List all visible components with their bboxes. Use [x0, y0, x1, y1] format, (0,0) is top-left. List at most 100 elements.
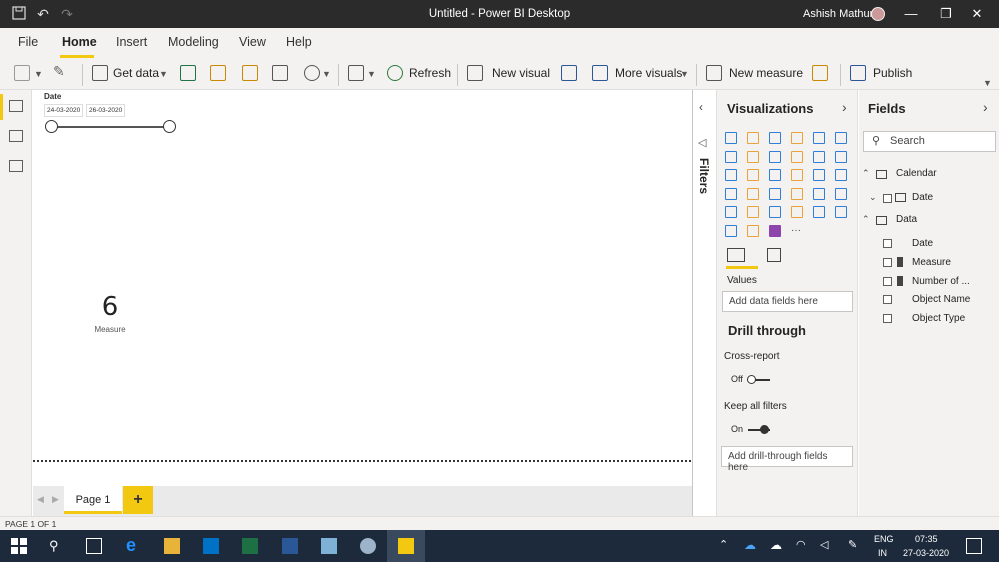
quick-measure-icon[interactable] — [812, 65, 828, 81]
get-data-button[interactable]: Get data — [113, 66, 159, 80]
viz-waterfall-icon[interactable] — [725, 169, 737, 181]
enter-data-icon[interactable] — [272, 65, 288, 81]
viz-stacked-area-icon[interactable] — [769, 150, 781, 163]
tab-help[interactable]: Help — [286, 35, 312, 49]
viz-key-influencers-icon[interactable] — [725, 224, 737, 237]
field-calendar-date[interactable]: Date — [912, 192, 933, 203]
avatar[interactable] — [871, 7, 885, 21]
slicer-end-date[interactable]: 26-03-2020 — [86, 104, 126, 117]
paste-icon[interactable] — [14, 65, 30, 81]
excel-icon[interactable] — [242, 538, 258, 554]
viz-filled-map-icon[interactable] — [747, 187, 759, 200]
viz-pie-icon[interactable] — [791, 169, 803, 181]
user-name[interactable]: Ashish Mathur — [803, 8, 873, 20]
viz-multi-row-card-icon[interactable] — [813, 187, 825, 200]
refresh-icon[interactable] — [387, 65, 403, 81]
fields-tab-icon[interactable] — [727, 248, 745, 262]
report-view-icon[interactable] — [9, 100, 23, 112]
volume-icon[interactable]: ◁ — [820, 538, 836, 554]
restore-icon[interactable]: ❐ — [937, 5, 955, 23]
tab-home[interactable]: Home — [62, 35, 97, 49]
calculator-icon[interactable] — [706, 65, 722, 81]
viz-line-column-icon[interactable] — [791, 150, 803, 163]
viz-stacked-column-icon[interactable] — [747, 132, 759, 144]
sql-server-icon[interactable] — [242, 65, 258, 81]
fields-search-input[interactable] — [863, 131, 996, 152]
task-view-icon[interactable] — [86, 538, 102, 554]
chevron-left-icon[interactable]: ‹ — [699, 100, 703, 114]
publish-button[interactable]: Publish — [873, 66, 912, 80]
scroll-left-icon[interactable]: ◀ — [37, 494, 44, 505]
region-indicator[interactable]: IN — [878, 548, 887, 558]
filters-pane-collapsed[interactable]: ‹ ◁ Filters — [692, 90, 717, 516]
clock-date[interactable]: 27-03-2020 — [903, 548, 949, 558]
wifi-icon[interactable]: ◠ — [796, 538, 812, 554]
chevron-down-icon[interactable]: ▼ — [34, 69, 43, 79]
expand-icon[interactable]: ⌄ — [869, 192, 877, 203]
refresh-button[interactable]: Refresh — [409, 66, 451, 80]
viz-area-icon[interactable] — [747, 150, 759, 163]
transform-data-icon[interactable] — [348, 65, 364, 81]
chevron-down-icon[interactable]: ▼ — [367, 69, 376, 79]
cross-report-toggle-knob[interactable] — [747, 375, 756, 384]
format-paint-roller-icon[interactable] — [767, 248, 781, 262]
collapse-icon[interactable]: ⌃ — [862, 214, 870, 225]
new-visual-icon[interactable] — [467, 65, 483, 81]
viz-clustered-bar-icon[interactable] — [769, 132, 781, 144]
table-data[interactable]: Data — [896, 214, 917, 225]
windows-start-icon[interactable] — [11, 538, 27, 554]
notifications-icon[interactable] — [966, 538, 982, 554]
slicer-end-handle[interactable] — [163, 120, 176, 133]
viz-map-icon[interactable] — [725, 187, 737, 200]
language-indicator[interactable]: ENG — [874, 534, 894, 544]
field-data-object-name[interactable]: Object Name — [912, 294, 970, 305]
tab-modeling[interactable]: Modeling — [168, 35, 219, 49]
viz-treemap-icon[interactable] — [835, 169, 847, 181]
collapse-ribbon-icon[interactable]: ▼ — [983, 78, 992, 88]
more-visuals-button[interactable]: More visuals — [615, 66, 682, 80]
viz-100-column-icon[interactable] — [835, 132, 847, 144]
outlook-icon[interactable] — [203, 538, 219, 554]
viz-line-icon[interactable] — [725, 150, 737, 163]
viz-ribbon-icon[interactable] — [835, 150, 847, 163]
viz-gauge-icon[interactable] — [769, 187, 781, 200]
viz-card-icon[interactable] — [791, 187, 803, 200]
viz-funnel-icon[interactable] — [747, 169, 759, 181]
chevron-down-icon[interactable]: ▼ — [322, 69, 331, 79]
slicer-start-date[interactable]: 24-03-2020 — [44, 104, 84, 117]
model-view-icon[interactable] — [9, 160, 23, 172]
drill-through-drop-well[interactable]: Add drill-through fields here — [721, 446, 853, 473]
chevron-right-icon[interactable]: › — [842, 99, 847, 115]
keep-all-filters-toggle-knob[interactable] — [760, 425, 769, 434]
power-bi-icon[interactable] — [398, 538, 414, 554]
viz-scatter-icon[interactable] — [769, 169, 781, 181]
viz-stacked-bar-icon[interactable] — [725, 132, 737, 144]
tab-file[interactable]: File — [18, 35, 38, 49]
onedrive-icon[interactable]: ☁ — [744, 538, 760, 554]
viz-table-icon[interactable] — [747, 206, 759, 218]
field-checkbox[interactable] — [883, 295, 892, 304]
chevron-up-icon[interactable]: ⌃ — [719, 538, 735, 554]
data-view-icon[interactable] — [9, 130, 23, 142]
field-data-date[interactable]: Date — [912, 238, 933, 249]
publish-icon[interactable] — [850, 65, 866, 81]
field-checkbox[interactable] — [883, 258, 892, 267]
excel-icon[interactable] — [180, 65, 196, 81]
field-data-number-of[interactable]: Number of ... — [912, 276, 970, 287]
paint-app-icon[interactable] — [360, 538, 376, 554]
slicer-start-handle[interactable] — [45, 120, 58, 133]
viz-donut-icon[interactable] — [813, 169, 825, 181]
chevron-right-icon[interactable]: › — [983, 99, 988, 115]
viz-slicer-icon[interactable] — [725, 206, 737, 218]
new-visual-button[interactable]: New visual — [492, 66, 550, 80]
field-data-object-type[interactable]: Object Type — [912, 313, 965, 324]
scroll-right-icon[interactable]: ▶ — [52, 494, 59, 505]
dataset-icon[interactable] — [210, 65, 226, 81]
field-checkbox[interactable] — [883, 314, 892, 323]
file-explorer-icon[interactable] — [164, 538, 180, 554]
viz-shape-map-icon[interactable] — [835, 206, 847, 218]
format-painter-icon[interactable]: ✎ — [53, 63, 69, 79]
table-calendar[interactable]: Calendar — [896, 168, 937, 179]
viz-qa-icon[interactable] — [769, 224, 781, 237]
field-checkbox[interactable] — [883, 239, 892, 248]
